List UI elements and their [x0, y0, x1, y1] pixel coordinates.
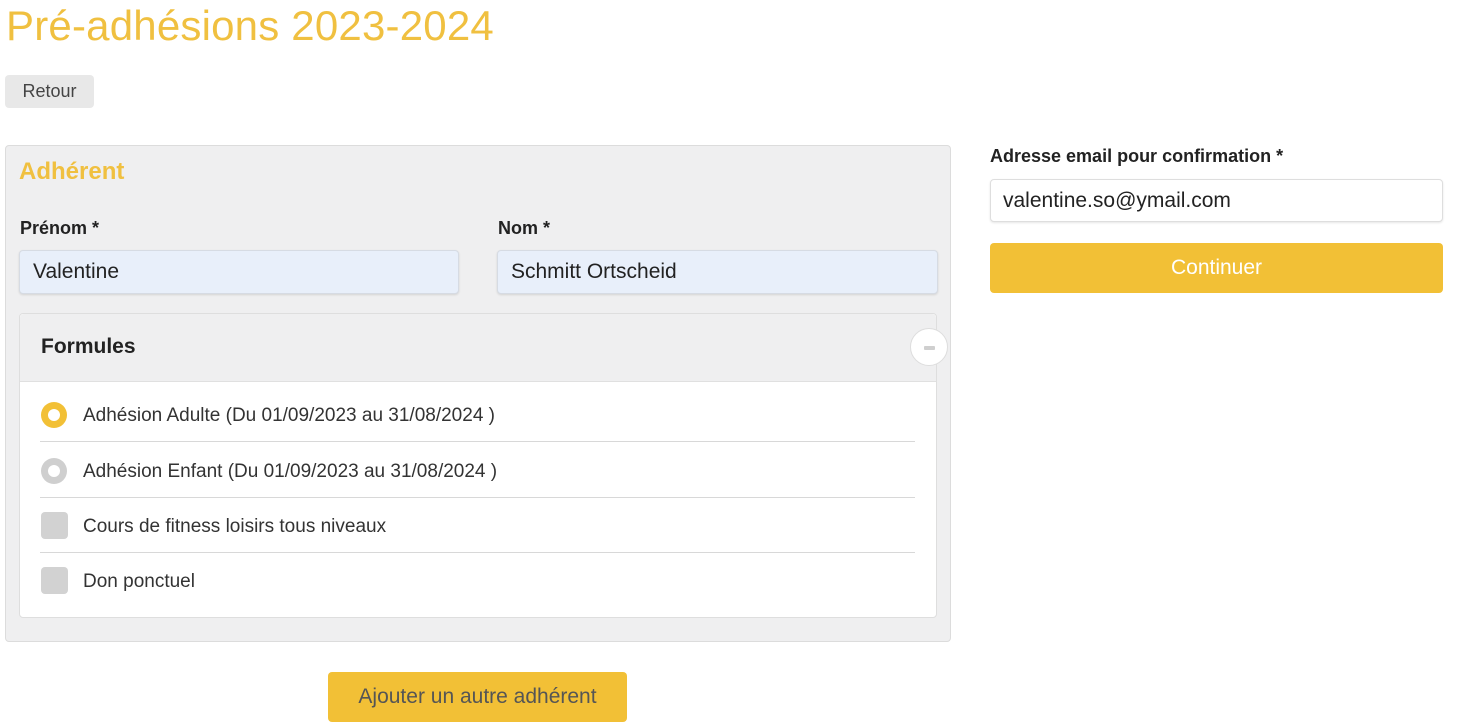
option-adhesion-enfant[interactable]: Adhésion Enfant (Du 01/09/2023 au 31/08/… [40, 443, 915, 498]
email-label: Adresse email pour confirmation * [990, 146, 1284, 166]
option-label: Don ponctuel [83, 571, 195, 592]
option-adhesion-adulte[interactable]: Adhésion Adulte (Du 01/09/2023 au 31/08/… [40, 387, 915, 442]
checkbox-icon[interactable] [41, 567, 68, 594]
option-label: Cours de fitness loisirs tous niveaux [83, 516, 387, 537]
continue-button[interactable]: Continuer [990, 243, 1443, 293]
radio-checked-icon[interactable] [41, 402, 67, 428]
add-member-button[interactable]: Ajouter un autre adhérent [328, 672, 627, 722]
first-name-label: Prénom * [20, 218, 100, 238]
email-input[interactable] [990, 179, 1443, 222]
collapse-button[interactable] [910, 328, 948, 366]
formulas-header: Formules [20, 314, 948, 382]
member-panel: Adhérent Prénom * Nom * Formules Adhésio… [5, 145, 951, 642]
first-name-input[interactable] [19, 250, 459, 294]
last-name-input[interactable] [497, 250, 938, 294]
page-title: Pré-adhésions 2023-2024 [6, 2, 494, 49]
radio-unchecked-icon[interactable] [41, 458, 67, 484]
formulas-section: Formules Adhésion Adulte (Du 01/09/2023 … [19, 313, 948, 618]
option-cours-fitness[interactable]: Cours de fitness loisirs tous niveaux [40, 498, 915, 553]
option-label: Adhésion Adulte (Du 01/09/2023 au 31/08/… [83, 405, 495, 426]
option-don-ponctuel[interactable]: Don ponctuel [40, 553, 915, 608]
option-label: Adhésion Enfant (Du 01/09/2023 au 31/08/… [83, 461, 498, 482]
minus-icon [924, 346, 935, 350]
last-name-label: Nom * [498, 218, 551, 238]
back-button[interactable]: Retour [5, 75, 94, 108]
checkbox-icon[interactable] [41, 512, 68, 539]
member-panel-title: Adhérent [19, 158, 125, 185]
formulas-title: Formules [41, 335, 136, 358]
